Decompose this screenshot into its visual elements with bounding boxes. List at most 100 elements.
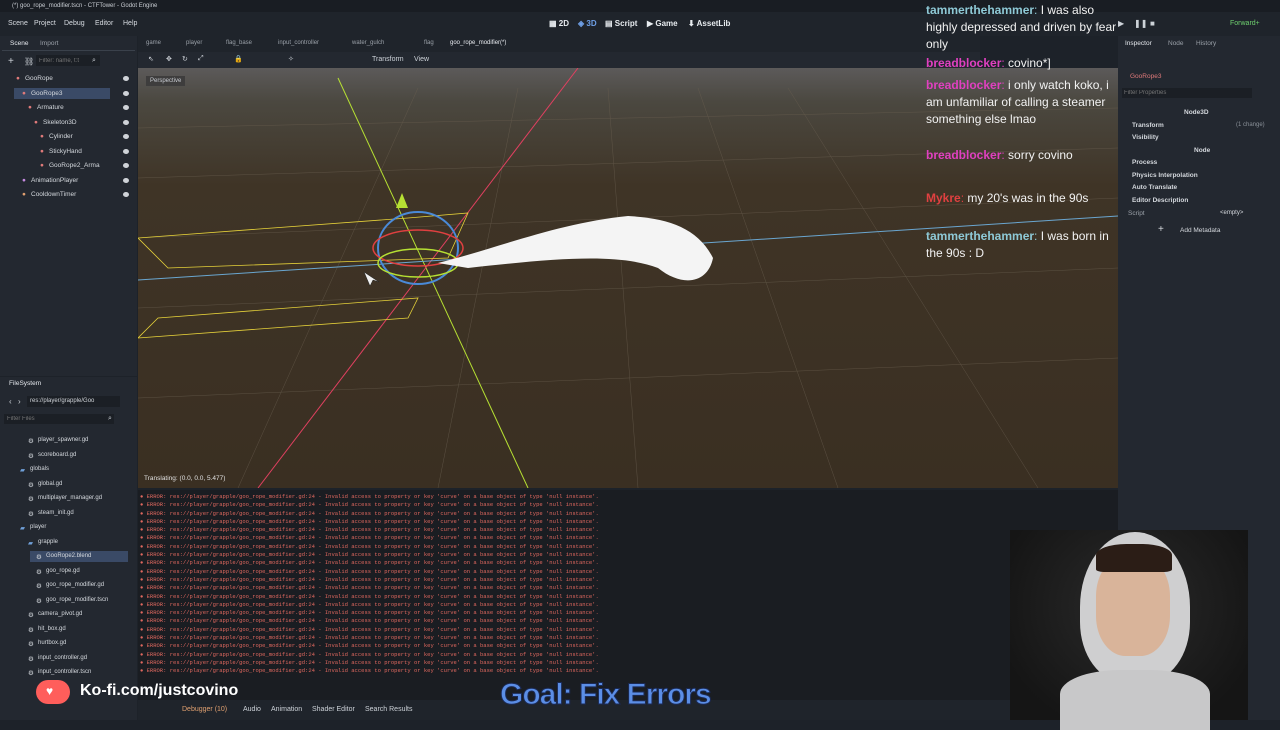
scene-tab[interactable]: water_gulch [352,40,384,46]
section-process[interactable]: Process [1132,159,1157,166]
workspace-3d[interactable]: ◈ 3D [578,19,597,28]
scene-tree-item[interactable]: GooRope [25,75,53,82]
file-item[interactable]: goo_rope_modifier.gd [46,582,104,588]
visibility-eye-icon[interactable] [123,90,129,96]
renderer-select[interactable]: Forward+ [1230,20,1260,27]
tab-search-results[interactable]: Search Results [365,706,412,713]
error-icon: ● [140,634,147,642]
workspace-assetlib[interactable]: ⬇ AssetLib [688,19,730,28]
tab-shader-editor[interactable]: Shader Editor [312,706,355,713]
tab-audio[interactable]: Audio [243,706,261,713]
visibility-eye-icon[interactable] [123,134,129,139]
scene-tree-item[interactable]: CooldownTimer [31,191,76,198]
section-editor-description[interactable]: Editor Description [1132,197,1188,204]
tab-history[interactable]: History [1196,40,1216,47]
scene-tab[interactable]: flag_base [226,40,252,46]
menu-project[interactable]: Project [34,20,56,27]
scene-tree-item[interactable]: Cylinder [49,133,73,140]
file-icon: ⚙ [28,626,34,634]
file-item[interactable]: input_controller.tscn [38,669,91,675]
tab-animation[interactable]: Animation [271,706,302,713]
section-auto-translate[interactable]: Auto Translate [1132,184,1177,191]
file-item[interactable]: globals [30,466,49,472]
move-tool-icon[interactable]: ✥ [166,55,172,63]
files-filter-input[interactable] [4,414,114,424]
file-item[interactable]: hurtbox.gd [38,640,66,646]
add-node-icon[interactable]: + [8,56,14,67]
workspace-script[interactable]: ▤ Script [605,19,637,28]
tab-node[interactable]: Node [1168,40,1184,47]
scene-tree-item[interactable]: Armature [37,104,64,111]
workspace-2d[interactable]: ▦ 2D [549,19,569,28]
snap-icon[interactable]: ✧ [288,55,294,63]
select-tool-icon[interactable]: ⇖ [148,55,154,63]
scene-tree-item[interactable]: GooRope3 [31,90,62,97]
visibility-eye-icon[interactable] [123,148,129,154]
file-icon: ⚙ [36,568,42,576]
scale-tool-icon[interactable]: ⤢ [198,55,204,63]
scene-tree-item[interactable]: StickyHand [49,148,82,155]
file-item[interactable]: global.gd [38,481,62,487]
error-icon: ● [140,650,147,658]
path-field[interactable]: res://player/grapple/Goo [27,396,120,407]
file-item[interactable]: grapple [38,539,58,545]
menu-help[interactable]: Help [123,20,137,27]
visibility-eye-icon[interactable] [123,192,129,197]
tab-debugger[interactable]: Debugger (10) [182,706,227,713]
perspective-button[interactable]: Perspective [146,76,186,86]
file-item[interactable]: player [30,524,46,530]
scene-tab[interactable]: goo_rope_modifier(*) [450,40,506,46]
error-text: ERROR: res://player/grapple/goo_rope_mod… [146,517,599,525]
back-icon[interactable]: ‹ [9,397,12,406]
tab-scene[interactable]: Scene [10,40,28,47]
scene-tree-item[interactable]: GooRope2_Arma [49,162,100,169]
file-item[interactable]: GooRope2.blend [46,553,91,559]
section-visibility[interactable]: Visibility [1132,134,1159,141]
menu-editor[interactable]: Editor [95,20,113,27]
file-item[interactable]: goo_rope_modifier.tscn [46,597,108,603]
visibility-eye-icon[interactable] [123,105,129,110]
file-item[interactable]: multiplayer_manager.gd [38,495,102,501]
visibility-eye-icon[interactable] [123,163,129,168]
link-icon[interactable]: ⛓ [24,57,34,66]
workspace-game[interactable]: ▶ Game [647,19,678,28]
stop-icon[interactable]: ■ [1150,19,1155,28]
node-type-icon: ● [40,147,44,155]
scene-tab[interactable]: input_controller [278,40,319,46]
scene-tab[interactable]: player [186,40,202,46]
menu-debug[interactable]: Debug [64,20,85,27]
add-metadata-button[interactable]: Add Metadata [1180,227,1220,234]
file-item[interactable]: scoreboard.gd [38,452,76,458]
scene-filter-input[interactable] [36,55,100,66]
file-item[interactable]: camera_pivot.gd [38,611,82,617]
folder-icon: ▰ [28,539,33,547]
visibility-eye-icon[interactable] [123,119,129,125]
file-item[interactable]: input_controller.gd [38,655,87,661]
visibility-eye-icon[interactable] [123,177,129,183]
property-filter-input[interactable] [1122,88,1252,98]
rotate-tool-icon[interactable]: ↻ [182,55,188,63]
file-item[interactable]: steam_init.gd [38,510,74,516]
section-transform[interactable]: Transform [1132,122,1164,129]
scene-tab[interactable]: flag [424,40,434,46]
file-item[interactable]: player_spawner.gd [38,437,88,443]
forward-icon[interactable]: › [18,397,21,406]
view-menu[interactable]: View [414,56,429,63]
section-physics-interpolation[interactable]: Physics Interpolation [1132,172,1198,179]
tab-import[interactable]: Import [40,40,58,47]
file-icon: ⚙ [28,612,34,619]
lock-icon[interactable]: 🔒 [234,55,243,63]
script-value[interactable]: <empty> [1220,210,1243,216]
workspace-game-label: Game [655,19,678,28]
file-item[interactable]: goo_rope.gd [46,568,80,574]
node-type-icon: ● [22,89,26,97]
scene-tab[interactable]: game [146,40,161,46]
menu-scene[interactable]: Scene [8,20,28,27]
tab-inspector[interactable]: Inspector [1125,40,1152,47]
visibility-eye-icon[interactable] [123,76,129,81]
scene-tree-item[interactable]: Skeleton3D [43,119,77,126]
scene-tree-item[interactable]: AnimationPlayer [31,177,78,184]
file-item[interactable]: hit_box.gd [38,626,66,632]
transform-menu[interactable]: Transform [372,56,404,63]
pause-icon[interactable]: ❚❚ [1134,19,1147,28]
